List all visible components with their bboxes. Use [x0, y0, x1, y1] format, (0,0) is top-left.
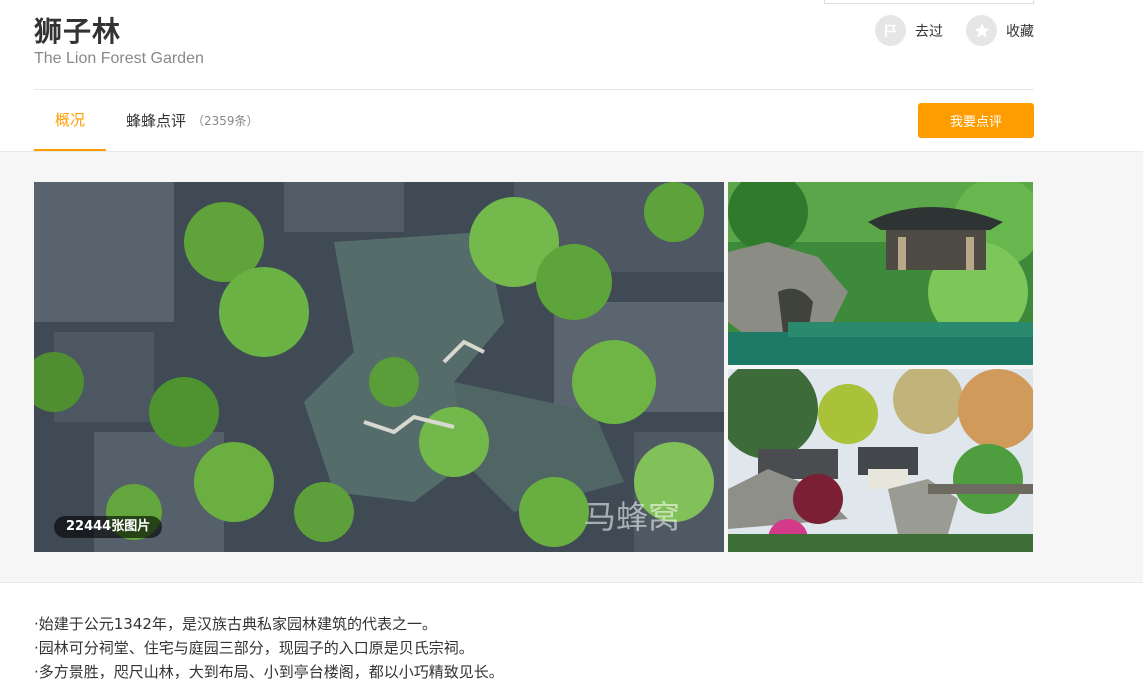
write-review-button[interactable]: 我要点评: [918, 103, 1034, 138]
description-line: ·园林可分祠堂、住宅与庭园三部分，现园子的入口原是贝氏宗祠。: [34, 639, 474, 657]
been-there-label: 去过: [915, 23, 943, 40]
main-photo[interactable]: 马蜂窝: [34, 182, 724, 552]
photo-count-badge[interactable]: 22444张图片: [54, 516, 163, 538]
description-line: ·多方景胜，咫尺山林，大到布局、小到亭台楼阁，都以小巧精致见长。: [34, 663, 504, 681]
favorite-button[interactable]: 收藏: [966, 15, 1034, 46]
tab-reviews[interactable]: 蜂蜂点评 （2359条）: [126, 90, 259, 151]
star-icon: [966, 15, 997, 46]
gallery-divider: [0, 582, 1143, 583]
side-photo-garden[interactable]: [728, 369, 1033, 552]
description: ·始建于公元1342年，是汉族古典私家园林建筑的代表之一。 ·园林可分祠堂、住宅…: [34, 612, 504, 684]
description-line: ·始建于公元1342年，是汉族古典私家园林建筑的代表之一。: [34, 615, 437, 633]
tab-overview[interactable]: 概况: [34, 90, 106, 151]
page-title: 狮子林: [34, 15, 122, 48]
search-box-edge[interactable]: [824, 0, 1034, 4]
tab-reviews-count: （2359条）: [192, 114, 259, 128]
flag-icon: [875, 15, 906, 46]
tab-overview-label: 概况: [54, 111, 85, 129]
favorite-label: 收藏: [1006, 23, 1034, 40]
side-photo-pavilion[interactable]: [728, 182, 1033, 365]
page-subtitle: The Lion Forest Garden: [34, 50, 204, 67]
tab-reviews-label: 蜂蜂点评: [126, 112, 187, 130]
watermark-text: 马蜂窝: [584, 498, 680, 536]
been-there-button[interactable]: 去过: [875, 15, 943, 46]
